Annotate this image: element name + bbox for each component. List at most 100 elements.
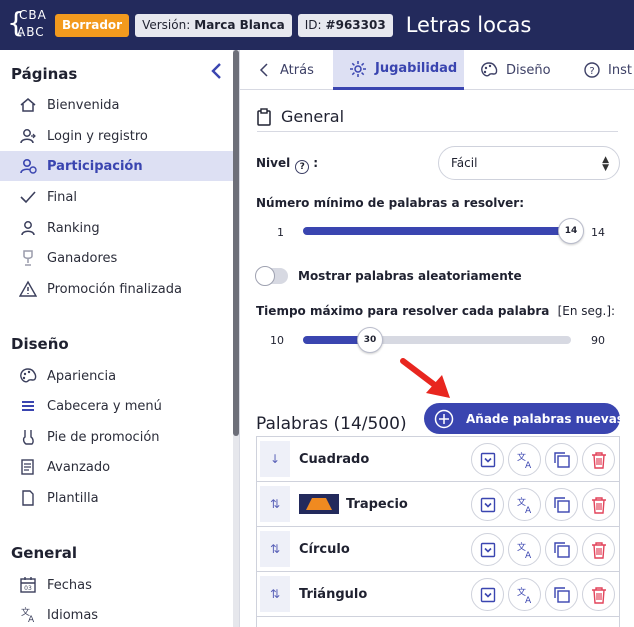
svg-text:A: A — [525, 506, 532, 514]
translate-button[interactable]: 文A — [508, 578, 541, 611]
max-time-unit: [En seg.]: — [557, 304, 616, 318]
drag-handle-icon[interactable]: ↓ — [260, 441, 290, 477]
duplicate-button[interactable] — [545, 533, 578, 566]
id-badge: ID: #963303 — [297, 13, 393, 37]
brand-logo[interactable]: { CBA ABC — [5, 2, 47, 48]
sidebar-item-label: Apariencia — [47, 368, 117, 384]
min-words-slider-handle[interactable]: 14 — [558, 218, 584, 244]
id-label: ID: — [304, 18, 322, 32]
expand-button[interactable] — [471, 443, 504, 476]
app-title: Letras locas — [405, 13, 532, 37]
random-words-label: Mostrar palabras aleatoriamente — [298, 269, 522, 283]
translate-icon: 文A — [517, 586, 532, 604]
palette-icon — [480, 61, 498, 79]
level-select-value: Fácil — [451, 156, 478, 170]
max-time-max: 90 — [591, 334, 605, 347]
trash-icon — [591, 586, 606, 604]
sidebar-item-label: Ganadores — [47, 250, 118, 266]
duplicate-button[interactable] — [545, 488, 578, 521]
check-icon — [18, 187, 38, 207]
annotation-arrow-icon — [400, 358, 450, 398]
sidebar-item-label: Idiomas — [47, 607, 99, 623]
delete-button[interactable] — [582, 488, 615, 521]
translate-button[interactable]: 文A — [508, 443, 541, 476]
delete-button[interactable] — [582, 533, 615, 566]
sidebar-item-cabecera[interactable]: Cabecera y menú — [0, 391, 233, 421]
plus-circle-icon — [434, 409, 454, 429]
delete-button[interactable] — [582, 578, 615, 611]
sidebar-item-apariencia[interactable]: Apariencia — [0, 361, 233, 391]
sidebar-item-bienvenida[interactable]: Bienvenida — [0, 90, 233, 120]
sidebar-item-login[interactable]: Login y registro — [0, 121, 233, 151]
sidebar-item-fechas[interactable]: 03 Fechas — [0, 570, 233, 600]
trophy-icon — [18, 248, 38, 268]
sidebar-item-label: Final — [47, 189, 77, 205]
sidebar-item-participacion[interactable]: Participación — [0, 151, 233, 181]
top-header: { CBA ABC Borrador Versión: Marca Blanca… — [0, 0, 634, 50]
words-title: Palabras (14/500) — [256, 414, 407, 434]
expand-button[interactable] — [471, 488, 504, 521]
table-row: ⇅ Círculo 文A — [257, 527, 619, 572]
sidebar-item-idiomas[interactable]: 文A Idiomas — [0, 600, 233, 627]
delete-button[interactable] — [582, 443, 615, 476]
tab-diseno[interactable]: Diseño — [464, 50, 560, 90]
tab-label: Inst — [608, 62, 632, 78]
sidebar-item-label: Fechas — [47, 577, 92, 593]
drag-handle-icon[interactable]: ⇅ — [260, 486, 290, 522]
duplicate-button[interactable] — [545, 578, 578, 611]
trash-icon — [591, 496, 606, 514]
collapse-sidebar-icon[interactable] — [208, 62, 226, 80]
copy-icon — [553, 586, 570, 603]
max-time-min: 10 — [270, 334, 284, 347]
id-value: #963303 — [325, 18, 386, 32]
sidebar-item-label: Participación — [47, 158, 143, 174]
sidebar-item-promocion-finalizada[interactable]: Promoción finalizada — [0, 274, 233, 304]
word-name: Trapecio — [346, 496, 408, 512]
chevron-down-box-icon — [480, 497, 495, 512]
sidebar-item-ganadores[interactable]: Ganadores — [0, 243, 233, 273]
settings-panel: Atrás Jugabilidad Diseño ? Inst General … — [239, 50, 634, 627]
table-row: ↓ Cuadrado 文A — [257, 437, 619, 482]
copy-icon — [553, 451, 570, 468]
drag-handle-icon[interactable]: ⇅ — [260, 531, 290, 567]
max-time-slider[interactable] — [303, 336, 571, 344]
sidebar-section-title: Páginas — [11, 65, 78, 83]
sidebar-item-ranking[interactable]: Ranking — [0, 213, 233, 243]
word-name: Círculo — [299, 541, 350, 557]
sidebar-item-avanzado[interactable]: Avanzado — [0, 452, 233, 482]
tab-instrucciones[interactable]: ? Inst — [560, 50, 634, 90]
advanced-icon — [18, 457, 38, 477]
tab-label: Diseño — [506, 62, 551, 78]
level-select[interactable]: Fácil ▲ ▼ — [438, 146, 620, 180]
row-actions: 文A — [467, 443, 615, 476]
svg-text:?: ? — [589, 66, 594, 77]
toggle-knob — [255, 266, 275, 286]
random-words-toggle[interactable] — [255, 266, 288, 286]
svg-text:A: A — [525, 551, 532, 559]
trash-icon — [591, 451, 606, 469]
expand-button[interactable] — [471, 533, 504, 566]
svg-text:03: 03 — [24, 585, 32, 592]
sidebar-item-pie[interactable]: Pie de promoción — [0, 422, 233, 452]
participation-icon — [18, 156, 38, 176]
translate-button[interactable]: 文A — [508, 488, 541, 521]
min-words-slider[interactable] — [303, 227, 571, 235]
logo-line1: CBA — [19, 8, 47, 22]
drag-handle-icon[interactable]: ⇅ — [260, 576, 290, 612]
sidebar-item-plantilla[interactable]: Plantilla — [0, 483, 233, 513]
home-icon — [18, 95, 38, 115]
tab-back[interactable]: Atrás — [240, 50, 333, 90]
add-words-button[interactable]: Añade palabras nuevas — [424, 403, 624, 434]
palette-icon — [18, 366, 38, 386]
expand-button[interactable] — [471, 578, 504, 611]
help-icon[interactable]: ? — [295, 160, 310, 174]
sidebar-item-label: Bienvenida — [47, 97, 120, 113]
word-name-cell: Trapecio — [299, 494, 408, 514]
duplicate-button[interactable] — [545, 443, 578, 476]
version-badge: Versión: Marca Blanca — [135, 13, 292, 37]
svg-text:A: A — [28, 615, 35, 624]
max-time-slider-handle[interactable]: 30 — [357, 327, 383, 353]
translate-button[interactable]: 文A — [508, 533, 541, 566]
sidebar-item-final[interactable]: Final — [0, 182, 233, 212]
tab-jugabilidad[interactable]: Jugabilidad — [333, 50, 464, 90]
